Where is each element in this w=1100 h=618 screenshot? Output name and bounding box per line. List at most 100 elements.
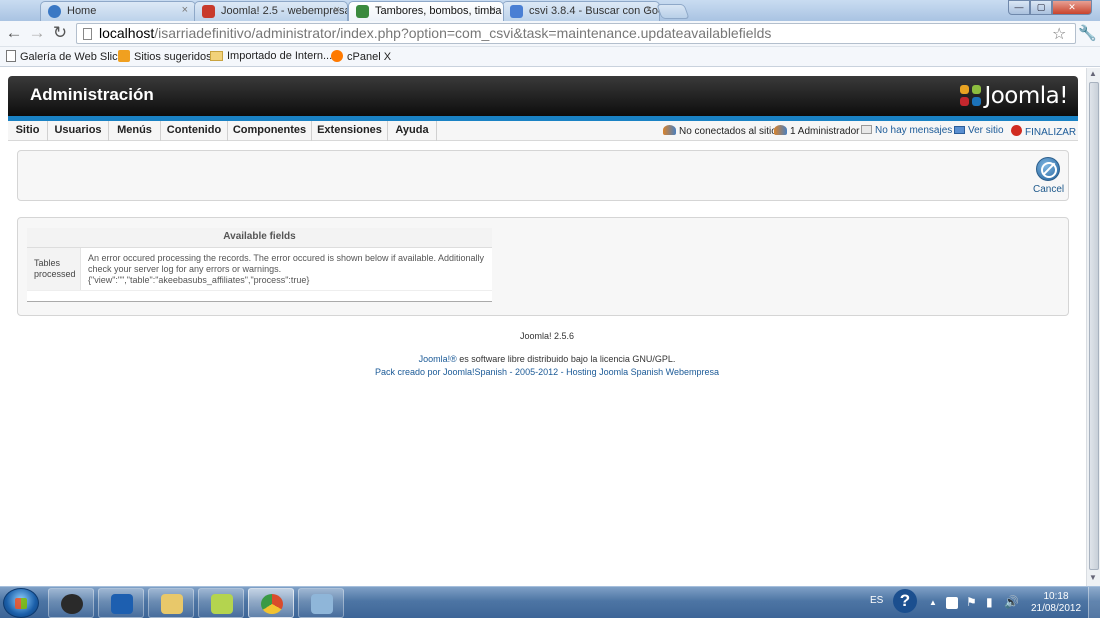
- volume-icon[interactable]: 🔊: [1004, 595, 1019, 609]
- license-line: Joomla!® es software libre distribuido b…: [0, 354, 1086, 364]
- minimize-button[interactable]: —: [1008, 0, 1030, 15]
- network-adapter-icon[interactable]: [946, 597, 958, 609]
- taskbar-hp-app[interactable]: [48, 588, 94, 618]
- tab-csvi-search[interactable]: csvi 3.8.4 - Buscar con Goo ×: [502, 1, 660, 21]
- bookmark-cpanel[interactable]: cPanel X: [331, 50, 391, 63]
- messages-icon: [861, 125, 872, 134]
- taskbar-notes-app[interactable]: [198, 588, 244, 618]
- tab-close-icon[interactable]: ×: [334, 4, 340, 16]
- taskbar-checkmark-app[interactable]: [98, 588, 144, 618]
- url-host: localhost: [99, 25, 155, 41]
- view-site-link-text: Ver sitio: [968, 125, 1004, 136]
- tab-title: Tambores, bombos, timba: [375, 5, 502, 17]
- scroll-up-icon[interactable]: ▲: [1089, 69, 1097, 78]
- maximize-button[interactable]: ▢: [1030, 0, 1052, 15]
- cancel-button[interactable]: Cancel: [1033, 157, 1065, 195]
- page-viewport: Administración Joomla! Sitio Usuarios Me…: [0, 68, 1086, 586]
- cancel-label: Cancel: [1033, 184, 1065, 195]
- taskbar-chrome[interactable]: [248, 588, 294, 618]
- show-desktop-button[interactable]: [1088, 587, 1100, 618]
- vertical-scrollbar[interactable]: ▲ ▼: [1086, 68, 1100, 586]
- toolbar-box: Cancel: [17, 150, 1069, 201]
- reload-icon[interactable]: ↻: [50, 23, 70, 43]
- tab-close-icon[interactable]: ×: [646, 4, 652, 16]
- bookmark-web-slice[interactable]: Galería de Web Slice: [6, 50, 124, 63]
- show-hidden-icons[interactable]: ▲: [929, 598, 937, 607]
- bookmark-label: Sitios sugeridos: [134, 51, 212, 63]
- menu-menus[interactable]: Menús: [109, 121, 161, 141]
- joomla-logo-text: Joomla!: [984, 83, 1068, 109]
- close-window-button[interactable]: ✕: [1052, 0, 1092, 15]
- scrollbar-thumb[interactable]: [1089, 82, 1099, 570]
- menu-sitio[interactable]: Sitio: [8, 121, 48, 141]
- tab-close-icon[interactable]: ×: [182, 4, 188, 16]
- status-admins-text: 1 Administrador: [790, 126, 860, 137]
- logout-icon: [1011, 125, 1022, 136]
- taskbar-explorer[interactable]: [148, 588, 194, 618]
- bookmark-label: cPanel X: [347, 51, 392, 63]
- status-visitors: No conectados al sitio: [663, 125, 777, 137]
- window-controls: — ▢ ✕: [1008, 0, 1092, 16]
- menu-ayuda[interactable]: Ayuda: [388, 121, 437, 141]
- license-text: es software libre distribuido bajo la li…: [456, 354, 676, 364]
- back-arrow-icon[interactable]: ←: [4, 23, 24, 43]
- chrome-icon: [261, 594, 283, 614]
- browser-toolbar: ← → ↻ localhost/isarriadefinitivo/admini…: [0, 21, 1100, 47]
- joomla-version: Joomla! 2.5.6: [519, 331, 575, 341]
- tab-joomla-webempresa[interactable]: Joomla! 2.5 - webempresa ×: [194, 1, 348, 21]
- menu-componentes[interactable]: Componentes: [228, 121, 312, 141]
- row-value: An error occured processing the records.…: [81, 248, 492, 290]
- messages-link-text: No hay mensajes: [875, 125, 953, 136]
- google-favicon-icon: [510, 5, 523, 18]
- folder-icon: [161, 594, 183, 614]
- action-center-flag-icon[interactable]: ⚑: [966, 595, 977, 609]
- tab-title: Joomla! 2.5 - webempresa: [221, 5, 348, 17]
- visitors-icon: [663, 125, 676, 135]
- url-path: /isarriadefinitivo/administrator/index.p…: [154, 25, 772, 41]
- pack-credits-link[interactable]: Pack creado por Joomla!Spanish - 2005-20…: [0, 367, 1086, 377]
- joomla-link[interactable]: Joomla!®: [419, 354, 457, 364]
- address-bar[interactable]: localhost/isarriadefinitivo/administrato…: [76, 23, 1076, 44]
- new-tab-button[interactable]: [656, 4, 690, 19]
- forward-arrow-icon[interactable]: →: [27, 23, 47, 43]
- bookmark-label: Importado de Intern...: [227, 50, 333, 62]
- monitor-icon: [954, 126, 965, 134]
- view-site-link[interactable]: Ver sitio: [954, 125, 1004, 136]
- row-label: Tables processed: [27, 248, 81, 290]
- messages-link[interactable]: No hay mensajes: [861, 125, 952, 136]
- bookmark-sitios-sugeridos[interactable]: Sitios sugeridos: [118, 50, 212, 63]
- signal-strength-icon[interactable]: ▮: [986, 595, 993, 609]
- menu-extensiones[interactable]: Extensiones: [312, 121, 388, 141]
- page-icon: [6, 50, 16, 62]
- taskbar-editor-app[interactable]: [298, 588, 344, 618]
- tab-tambores[interactable]: Tambores, bombos, timba ×: [348, 1, 504, 21]
- table-row: Tables processed An error occured proces…: [27, 248, 492, 291]
- admin-user-icon: [774, 125, 787, 135]
- language-indicator[interactable]: ES: [870, 595, 883, 606]
- bookmark-importado[interactable]: Importado de Intern...: [210, 50, 332, 62]
- error-detail: {"view":"","table":"akeebasubs_affiliate…: [88, 275, 310, 285]
- scroll-down-icon[interactable]: ▼: [1089, 573, 1097, 582]
- star-icon[interactable]: ☆: [1052, 24, 1066, 44]
- menu-contenido[interactable]: Contenido: [161, 121, 228, 141]
- cpanel-icon: [331, 50, 343, 62]
- hp-icon: [61, 594, 83, 614]
- wrench-icon[interactable]: 🔧: [1078, 24, 1097, 42]
- system-clock[interactable]: 10:18 21/08/2012: [1028, 591, 1084, 615]
- page-footer: Joomla! 2.5.6 Joomla!® es software libre…: [0, 331, 1086, 377]
- logout-link[interactable]: FINALIZAR: [1011, 125, 1076, 138]
- logout-link-text: FINALIZAR: [1025, 127, 1077, 138]
- admin-menu-bar: Sitio Usuarios Menús Contenido Component…: [8, 121, 1078, 141]
- browser-tab-bar: Home × Joomla! 2.5 - webempresa × Tambor…: [0, 0, 1100, 21]
- tab-close-icon[interactable]: ×: [490, 4, 496, 16]
- webempresa-favicon-icon: [202, 5, 215, 18]
- tab-home[interactable]: Home ×: [40, 1, 196, 21]
- folder-icon: [210, 51, 223, 61]
- menu-usuarios[interactable]: Usuarios: [48, 121, 109, 141]
- error-message: An error occured processing the records.…: [88, 253, 485, 274]
- suggested-sites-icon: [118, 50, 130, 62]
- checkmark-icon: [111, 594, 133, 614]
- available-fields-table: Available fields Tables processed An err…: [27, 228, 492, 302]
- help-icon[interactable]: ?: [893, 589, 917, 613]
- start-button[interactable]: [3, 588, 39, 618]
